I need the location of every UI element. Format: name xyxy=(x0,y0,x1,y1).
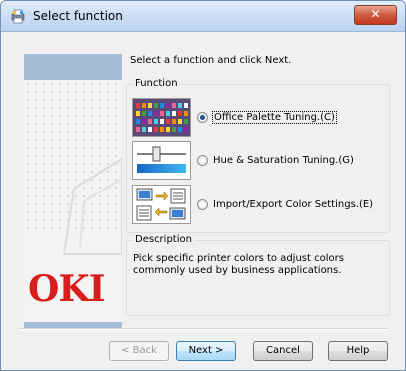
oki-logo: OKI xyxy=(28,268,105,310)
printer-silhouette-icon xyxy=(62,157,122,255)
side-banner: OKI xyxy=(24,54,122,330)
radio-office-palette-tuning[interactable] xyxy=(197,111,208,123)
radio-hue-saturation-tuning[interactable] xyxy=(197,154,208,166)
cancel-button[interactable]: Cancel xyxy=(253,341,313,361)
dialog-window: Select function ✕ OKI Select a function … xyxy=(0,0,406,371)
description-text: Pick specific printer colors to adjust c… xyxy=(133,253,344,276)
printer-app-icon xyxy=(11,9,25,24)
dialog-client-area: OKI Select a function and click Next. Fu… xyxy=(1,32,405,370)
radio-import-export-color-settings[interactable] xyxy=(197,198,208,210)
close-icon: ✕ xyxy=(370,7,381,21)
option-label[interactable]: Import/Export Color Settings.(E) xyxy=(213,199,373,210)
banner-top-band xyxy=(24,54,122,80)
description-group-title: Description xyxy=(133,234,194,245)
option-label[interactable]: Hue & Saturation Tuning.(G) xyxy=(213,155,354,166)
function-group: Function Office Palette Tuning.(C) Hue &… xyxy=(126,78,390,233)
import-export-icon[interactable] xyxy=(132,185,191,224)
title-bar[interactable]: Select function ✕ xyxy=(1,1,405,32)
back-button[interactable]: < Back xyxy=(109,341,169,361)
instruction-text: Select a function and click Next. xyxy=(130,55,292,66)
palette-icon[interactable] xyxy=(132,98,191,137)
slider-icon[interactable] xyxy=(132,141,191,180)
description-group: Description Pick specific printer colors… xyxy=(126,234,390,316)
option-hue-saturation-tuning[interactable]: Hue & Saturation Tuning.(G) xyxy=(197,153,354,167)
option-import-export-color-settings[interactable]: Import/Export Color Settings.(E) xyxy=(197,197,373,211)
function-group-title: Function xyxy=(133,78,180,89)
close-button[interactable]: ✕ xyxy=(354,5,397,25)
option-office-palette-tuning[interactable]: Office Palette Tuning.(C) xyxy=(197,110,337,124)
option-label[interactable]: Office Palette Tuning.(C) xyxy=(212,110,337,124)
next-button[interactable]: Next > xyxy=(176,341,236,361)
button-separator xyxy=(18,328,388,330)
window-title: Select function xyxy=(33,9,123,23)
help-button[interactable]: Help xyxy=(328,341,388,361)
